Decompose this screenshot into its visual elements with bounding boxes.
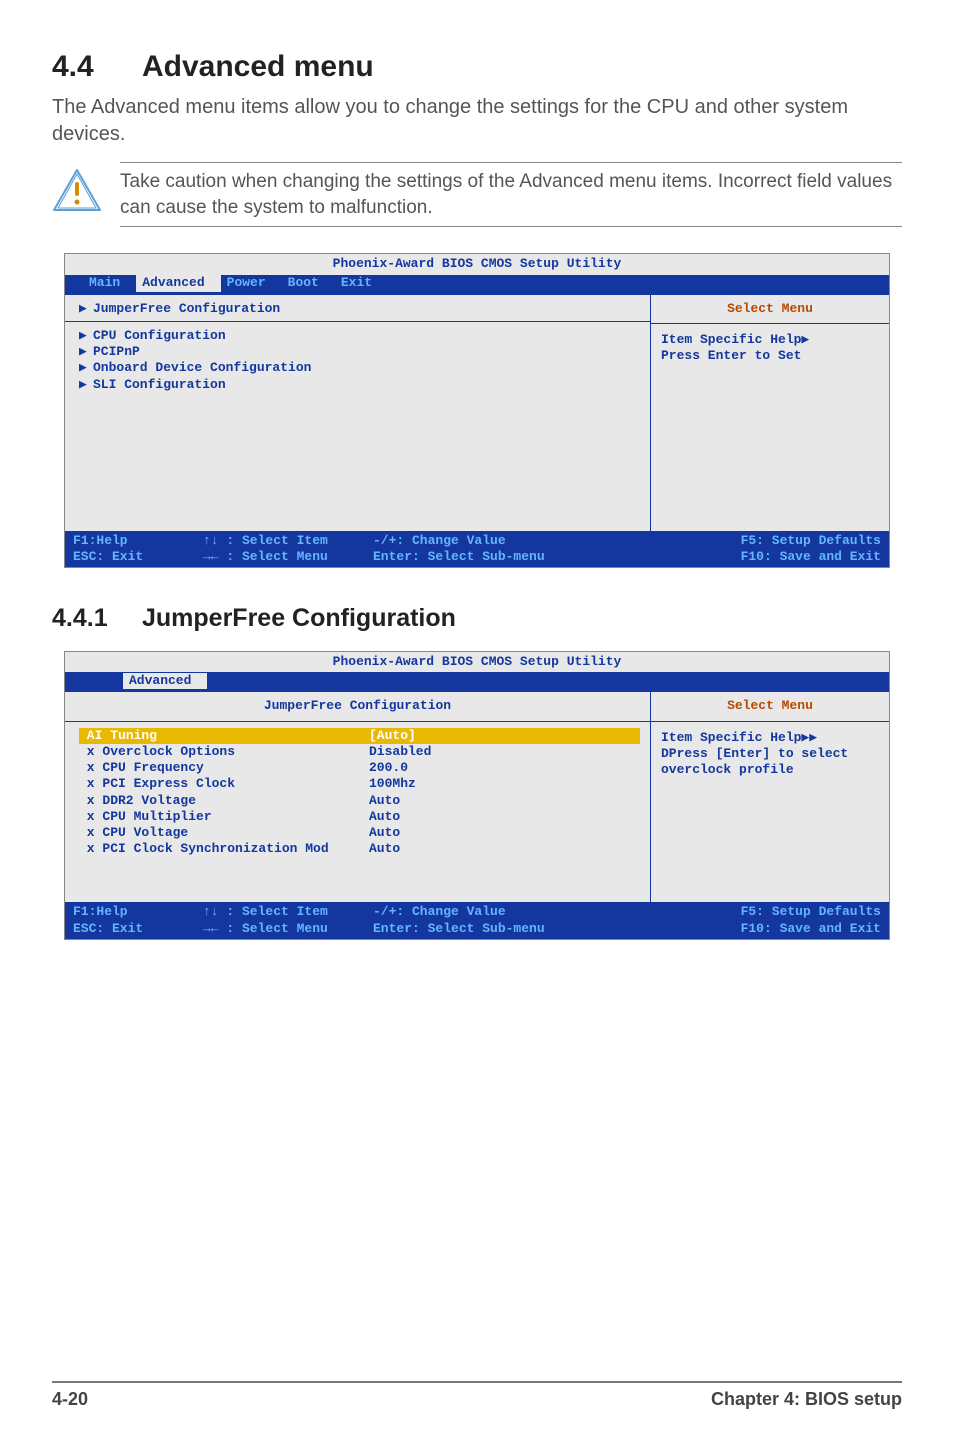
bios-help-panel: Select Menu Item Specific Help▶ Press En…	[651, 295, 889, 531]
intro-paragraph: The Advanced menu items allow you to cha…	[52, 94, 902, 148]
footer2-change: -/+: Change Value	[373, 904, 603, 920]
page-number: 4-20	[52, 1389, 88, 1410]
footer2-f10: F10: Save and Exit	[603, 921, 881, 937]
menu-item-cpu-config[interactable]: ▶CPU Configuration	[79, 328, 640, 344]
setting-label: x DDR2 Voltage	[79, 793, 369, 809]
setting-label: x PCI Express Clock	[79, 776, 369, 792]
help-line-1: Item Specific Help▶	[661, 332, 879, 348]
subsection-number: 4.4.1	[52, 604, 142, 633]
setting-label: x CPU Frequency	[79, 760, 369, 776]
menu-item-onboard[interactable]: ▶Onboard Device Configuration	[79, 360, 640, 376]
setting-row[interactable]: x Overclock OptionsDisabled	[79, 744, 640, 760]
section-title: Advanced menu	[142, 50, 374, 83]
setting-value: Auto	[369, 809, 400, 825]
bios-left-panel: ▶JumperFree Configuration ▶CPU Configura…	[65, 295, 651, 531]
setting-value: [Auto]	[369, 728, 416, 744]
tab-main[interactable]: Main	[83, 275, 136, 291]
footer-esc: ESC: Exit	[73, 549, 203, 565]
panel-title: JumperFree Configuration	[65, 698, 650, 721]
footer2-esc: ESC: Exit	[73, 921, 203, 937]
bios-left-panel-2: JumperFree Configuration AI Tuning[Auto]…	[65, 692, 651, 902]
footer2-f1: F1:Help	[73, 904, 203, 920]
bios-menubar-2: Advanced	[65, 672, 889, 690]
bios-footer: F1:Help ↑↓ : Select Item -/+: Change Val…	[65, 531, 889, 568]
footer-f5: F5: Setup Defaults	[603, 533, 881, 549]
bios-menubar: Main Advanced Power Boot Exit	[65, 275, 889, 293]
help-title: Select Menu	[651, 295, 889, 324]
setting-row[interactable]: AI Tuning[Auto]	[79, 728, 640, 744]
bios-title-2: Phoenix-Award BIOS CMOS Setup Utility	[65, 652, 889, 672]
setting-label: AI Tuning	[79, 728, 369, 744]
tab-advanced-2[interactable]: Advanced	[123, 673, 207, 689]
tab-power[interactable]: Power	[221, 275, 282, 291]
tab-exit[interactable]: Exit	[335, 275, 388, 291]
tab-advanced[interactable]: Advanced	[136, 275, 220, 291]
bios-screenshot-jumperfree: Phoenix-Award BIOS CMOS Setup Utility Ad…	[64, 651, 890, 940]
bios-help-panel-2: Select Menu Item Specific Help▶▶ DPress …	[651, 692, 889, 902]
caution-text-wrap: Take caution when changing the settings …	[120, 162, 902, 227]
menu-item-jumperfree[interactable]: ▶JumperFree Configuration	[79, 301, 640, 317]
setting-label: x CPU Voltage	[79, 825, 369, 841]
help-title-2: Select Menu	[651, 692, 889, 721]
footer-sel-item: ↑↓ : Select Item	[203, 533, 373, 549]
setting-row[interactable]: x CPU VoltageAuto	[79, 825, 640, 841]
footer2-f5: F5: Setup Defaults	[603, 904, 881, 920]
setting-row[interactable]: x PCI Express Clock100Mhz	[79, 776, 640, 792]
setting-value: 100Mhz	[369, 776, 416, 792]
page-footer: 4-20 Chapter 4: BIOS setup	[52, 1381, 902, 1410]
help-line-3: Press Enter to Set	[661, 348, 879, 364]
setting-row[interactable]: x CPU MultiplierAuto	[79, 809, 640, 825]
tab-boot[interactable]: Boot	[282, 275, 335, 291]
setting-value: Disabled	[369, 744, 431, 760]
footer2-sel-item: ↑↓ : Select Item	[203, 904, 373, 920]
help2-line-1: Item Specific Help▶▶	[661, 730, 879, 746]
caution-text: Take caution when changing the settings …	[120, 169, 902, 220]
menu-item-pcipnp[interactable]: ▶PCIPnP	[79, 344, 640, 360]
footer-f10: F10: Save and Exit	[603, 549, 881, 565]
section-number: 4.4	[52, 50, 142, 84]
bios-title: Phoenix-Award BIOS CMOS Setup Utility	[65, 254, 889, 274]
footer2-enter: Enter: Select Sub-menu	[373, 921, 603, 937]
setting-row[interactable]: x PCI Clock Synchronization ModAuto	[79, 841, 640, 857]
subsection-heading: 4.4.1JumperFree Configuration	[52, 604, 902, 633]
footer-f1: F1:Help	[73, 533, 203, 549]
footer-change: -/+: Change Value	[373, 533, 603, 549]
setting-label: x Overclock Options	[79, 744, 369, 760]
menu-item-sli[interactable]: ▶SLI Configuration	[79, 377, 640, 393]
bios-footer-2: F1:Help ↑↓ : Select Item -/+: Change Val…	[65, 902, 889, 939]
footer-sel-menu: →← : Select Menu	[203, 549, 373, 565]
setting-row[interactable]: x DDR2 VoltageAuto	[79, 793, 640, 809]
section-heading: 4.4Advanced menu	[52, 50, 902, 84]
chapter-label: Chapter 4: BIOS setup	[711, 1389, 902, 1410]
footer-enter: Enter: Select Sub-menu	[373, 549, 603, 565]
setting-value: Auto	[369, 825, 400, 841]
setting-label: x CPU Multiplier	[79, 809, 369, 825]
caution-block: Take caution when changing the settings …	[52, 162, 902, 227]
subsection-title: JumperFree Configuration	[142, 604, 456, 632]
bios-screenshot-advanced: Phoenix-Award BIOS CMOS Setup Utility Ma…	[64, 253, 890, 568]
setting-value: Auto	[369, 793, 400, 809]
setting-label: x PCI Clock Synchronization Mod	[79, 841, 369, 857]
warning-icon	[52, 168, 102, 212]
setting-value: Auto	[369, 841, 400, 857]
setting-value: 200.0	[369, 760, 408, 776]
footer2-sel-menu: →← : Select Menu	[203, 921, 373, 937]
setting-row[interactable]: x CPU Frequency200.0	[79, 760, 640, 776]
help2-line-3: DPress [Enter] to select overclock profi…	[661, 746, 879, 779]
